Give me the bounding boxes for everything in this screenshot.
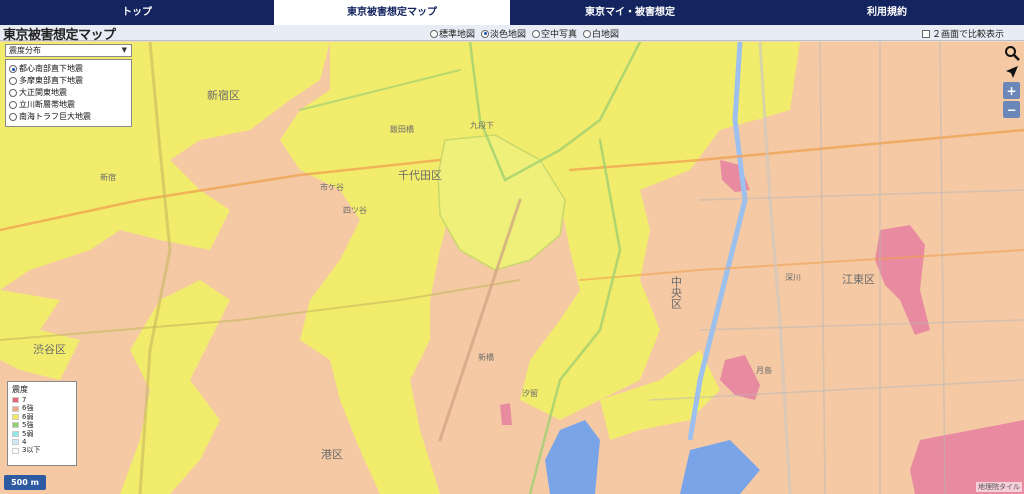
chevron-down-icon: ▼ [121,46,127,54]
tab-my-damage[interactable]: 東京マイ・被害想定 [510,0,750,25]
plus-icon: + [1006,83,1017,98]
attribution[interactable]: 地理院タイル [976,482,1022,492]
radio-checked-icon [481,29,490,38]
label-yotsuya: 四ツ谷 [343,206,367,215]
current-location-button[interactable] [1003,63,1020,80]
legend-label: 6強 [22,404,34,413]
tab-top[interactable]: トップ [0,0,274,25]
label-chuo-ward: 中央区 [670,276,683,309]
tab-terms[interactable]: 利用規約 [750,0,1024,25]
label-shimbashi: 新橋 [478,352,494,362]
scenario-label: 都心南部直下地震 [19,64,83,73]
hazard-map[interactable]: 新宿区 千代田区 中央区 江東区 渋谷区 港区 新宿 市ケ谷 四ツ谷 飯田橋 九… [0,42,1024,494]
intensity-legend: 震度 7 6強 6弱 5強 5弱 4 3以下 [7,381,77,466]
basemap-label: 標準地図 [439,30,476,40]
label-kudanshita: 九段下 [470,120,494,130]
tab-damage-map[interactable]: 東京被害想定マップ [274,0,510,25]
scenario-list: 都心南部直下地震 多摩東部直下地震 大正関東地震 立川断層帯地震 南海トラフ巨大… [5,59,132,127]
label-koto-ward: 江東区 [842,273,875,286]
label-chiyoda-ward: 千代田区 [398,169,442,182]
zoom-in-button[interactable]: + [1003,82,1020,99]
legend-label: 6弱 [22,412,34,421]
site-title: 東京被害想定マップ [3,28,116,43]
label-tsukishima: 月島 [756,365,772,375]
legend-item: 4 [12,438,72,446]
layer-select-value: 震度分布 [9,46,41,55]
legend-item: 5強 [12,421,72,429]
legend-swatch [12,414,19,421]
map-tools: + − [1003,44,1020,118]
scenario-option[interactable]: 南海トラフ巨大地震 [9,111,128,123]
legend-label: 5強 [22,421,34,430]
map-canvas[interactable]: 新宿区 千代田区 中央区 江東区 渋谷区 港区 新宿 市ケ谷 四ツ谷 飯田橋 九… [0,42,1024,494]
scenario-option[interactable]: 立川断層帯地震 [9,99,128,111]
basemap-standard[interactable]: 標準地図 [430,27,475,40]
legend-swatch [12,447,19,454]
legend-label: 3以下 [22,446,41,455]
radio-icon [430,29,438,38]
radio-icon [583,29,592,38]
legend-swatch [12,439,19,446]
layer-select[interactable]: 震度分布 ▼ [5,44,132,57]
basemap-pale[interactable]: 淡色地図 [481,27,526,40]
basemap-label: 白地図 [592,30,620,40]
search-button[interactable] [1003,44,1020,61]
label-shiodome: 汐留 [522,388,538,398]
label-shinjuku-ward: 新宿区 [207,88,240,102]
legend-label: 7 [22,396,27,404]
radio-icon [532,29,541,38]
legend-swatch [12,405,19,412]
legend-item: 6強 [12,404,72,412]
legend-label: 5弱 [22,429,34,438]
legend-label: 4 [22,438,27,447]
label-shinjuku: 新宿 [100,172,116,182]
legend-title: 震度 [12,385,28,394]
label-ichigaya: 市ケ谷 [320,182,344,192]
label-shibuya-ward: 渋谷区 [33,343,66,356]
radio-icon [9,113,17,121]
scenario-option[interactable]: 多摩東部直下地震 [9,75,128,87]
zoom-out-button[interactable]: − [1003,101,1020,118]
compare-label: ２画面で比較表示 [931,30,1004,40]
scenario-label: 大正関東地震 [19,88,67,97]
label-fukagawa: 深川 [785,273,801,282]
label-iidabashi: 飯田橋 [390,124,414,134]
scenario-label: 多摩東部直下地震 [19,76,83,85]
legend-swatch [12,430,19,437]
legend-item: 6弱 [12,413,72,421]
compare-toggle[interactable]: ２画面で比較表示 [921,27,1004,40]
basemap-label: 空中写真 [541,30,578,40]
scenario-panel: 震度分布 ▼ 都心南部直下地震 多摩東部直下地震 大正関東地震 立川断層帯地震 … [5,44,132,127]
basemap-aerial[interactable]: 空中写真 [532,27,577,40]
scenario-option[interactable]: 都心南部直下地震 [9,63,128,75]
legend-item: 5弱 [12,430,72,438]
legend-item: 3以下 [12,446,72,454]
basemap-blank[interactable]: 白地図 [583,27,619,40]
radio-icon [9,101,17,109]
label-minato-ward: 港区 [321,448,343,461]
top-navigation: トップ 東京被害想定マップ 東京マイ・被害想定 利用規約 [0,0,1024,25]
search-icon [1004,45,1020,61]
radio-icon [9,89,17,97]
map-header: 東京被害想定マップ 標準地図 淡色地図 空中写真 白地図 ２画面で比較表示 [0,25,1024,43]
legend-swatch [12,422,19,429]
legend-rows: 7 6強 6弱 5強 5弱 4 3以下 [12,396,72,455]
intensity-7-zone-small [500,403,512,425]
legend-item: 7 [12,396,72,404]
checkbox-icon [921,29,930,38]
location-arrow-icon [1005,65,1018,78]
minus-icon: − [1006,102,1017,117]
basemap-label: 淡色地図 [490,30,527,40]
scenario-label: 立川断層帯地震 [19,100,75,109]
radio-checked-icon [9,65,17,73]
scenario-option[interactable]: 大正関東地震 [9,87,128,99]
basemap-selector: 標準地図 淡色地図 空中写真 白地図 [430,27,619,40]
scale-bar: 500 m [4,475,46,490]
scenario-label: 南海トラフ巨大地震 [19,112,91,121]
radio-icon [9,77,17,85]
legend-swatch [12,397,19,404]
